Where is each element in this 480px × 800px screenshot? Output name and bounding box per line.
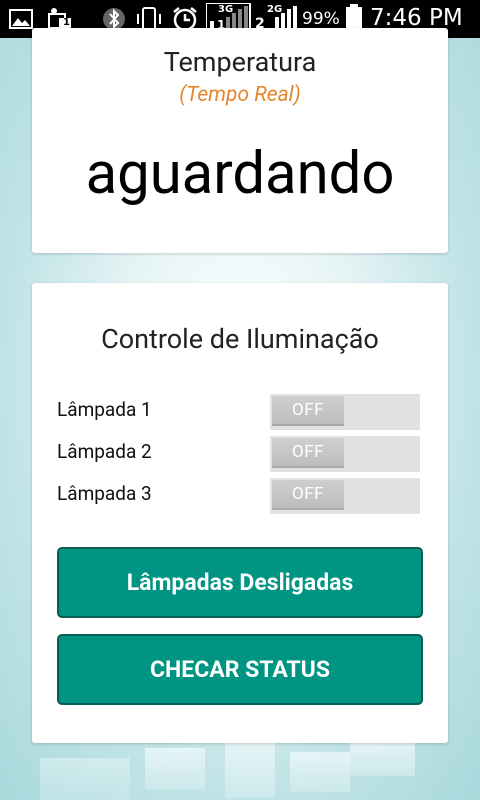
signal-3g-icon: 3G 1 [205,2,252,36]
lamp-3-toggle-state: OFF [272,480,344,510]
temperature-title: Temperatura [163,46,317,78]
lamp-1-toggle[interactable]: OFF [270,394,420,430]
lighting-title: Controle de Iluminação [101,323,379,355]
lamps-off-button[interactable]: Lâmpadas Desligadas [57,547,423,618]
lighting-control-card: Controle de Iluminação Lâmpada 1 OFF Lâm… [32,283,448,743]
check-status-button[interactable]: CHECAR STATUS [57,634,423,705]
signal-2g-icon: 2G 2 [255,3,301,32]
battery-percent: 99% [302,9,340,29]
sim1-label: 1 [63,17,70,28]
lamp-row-3: Lâmpada 3 OFF [57,478,423,514]
lamp-1-toggle-state: OFF [272,396,344,426]
network-3g-label: 3G [218,4,234,15]
lamp-1-label: Lâmpada 1 [57,398,152,421]
background-decoration [0,740,480,800]
gallery-icon [8,6,34,32]
lamp-3-label: Lâmpada 3 [57,482,152,505]
temperature-subtitle: (Tempo Real) [179,83,301,107]
battery-icon [345,4,363,33]
lamp-2-toggle-state: OFF [272,438,344,468]
lamp-row-2: Lâmpada 2 OFF [57,436,423,472]
network-2g-label: 2G [267,4,283,15]
temperature-value: aguardando [85,140,395,208]
lamp-row-1: Lâmpada 1 OFF [57,394,423,430]
lamp-2-toggle[interactable]: OFF [270,436,420,472]
lamp-2-label: Lâmpada 2 [57,440,152,463]
lamp-3-toggle[interactable]: OFF [270,478,420,514]
temperature-card: Temperatura (Tempo Real) aguardando [32,28,448,253]
